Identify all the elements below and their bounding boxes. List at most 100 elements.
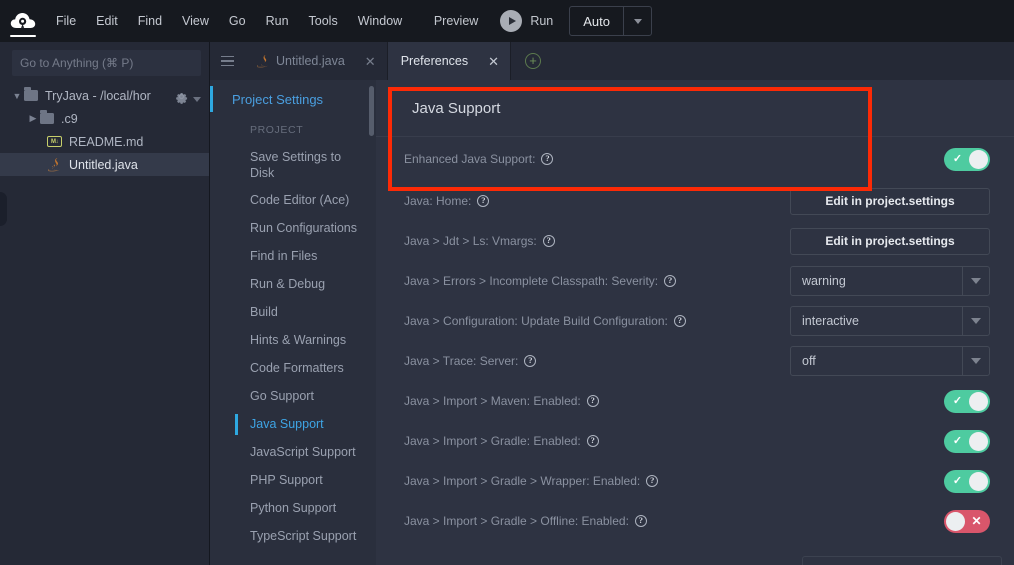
cloud9-logo-icon[interactable] — [0, 0, 46, 42]
nav-item-javascript-support[interactable]: JavaScript Support — [210, 438, 376, 466]
edit-in-project-settings-button[interactable]: Edit in project.settings — [790, 188, 990, 215]
help-circle-icon[interactable]: ? — [477, 195, 489, 207]
nav-item-run-and-debug[interactable]: Run & Debug — [210, 270, 376, 298]
setting-control: Edit in project.settings — [790, 228, 990, 255]
editor-tab-bar: Untitled.java ✕ Preferences ✕ + — [210, 42, 1014, 80]
nav-header-project-settings[interactable]: Project Settings — [210, 80, 376, 118]
setting-control: interactive — [790, 306, 990, 336]
page-title: Java Support — [376, 80, 1014, 137]
select-incomplete-classpath-severity[interactable]: warning — [790, 266, 990, 296]
setting-label-text: Java > Configuration: Update Build Confi… — [404, 314, 668, 328]
go-to-anything-input[interactable]: Go to Anything (⌘ P) — [12, 50, 201, 76]
preferences-nav-scrollbar[interactable] — [369, 86, 374, 136]
toggle-import-gradle-wrapper-enabled[interactable]: ✓ — [944, 470, 990, 493]
app-root: File Edit Find View Go Run Tools Window … — [0, 0, 1014, 565]
menu-item-edit[interactable]: Edit — [86, 0, 128, 42]
tab-untitled-java[interactable]: Untitled.java ✕ — [244, 42, 388, 80]
nav-item-typescript-support[interactable]: TypeScript Support — [210, 522, 376, 550]
gear-icon — [174, 89, 189, 109]
menu-item-file[interactable]: File — [46, 0, 86, 42]
setting-control: ✓ — [944, 148, 990, 171]
plus-circle-icon: + — [525, 53, 541, 69]
tree-item-label: .c9 — [61, 112, 78, 126]
close-icon: ✕ — [964, 510, 989, 533]
select-trace-server[interactable]: off — [790, 346, 990, 376]
menu-item-go[interactable]: Go — [219, 0, 256, 42]
chevron-down-icon[interactable] — [962, 267, 989, 295]
setting-label-text: Java > Import > Gradle > Wrapper: Enable… — [404, 474, 640, 488]
menu-item-view[interactable]: View — [172, 0, 219, 42]
tree-item-untitled-java[interactable]: Untitled.java — [0, 153, 209, 176]
help-circle-icon[interactable]: ? — [541, 153, 553, 165]
nav-item-save-settings-to-disk[interactable]: Save Settings to Disk — [210, 144, 376, 186]
close-icon[interactable]: ✕ — [488, 55, 499, 68]
nav-item-php-support[interactable]: PHP Support — [210, 466, 376, 494]
setting-label-text: Java > Import > Gradle: Enabled: — [404, 434, 581, 448]
nav-item-build[interactable]: Build — [210, 298, 376, 326]
help-circle-icon[interactable]: ? — [587, 395, 599, 407]
new-tab-button[interactable]: + — [511, 42, 555, 80]
setting-label: Java > Configuration: Update Build Confi… — [404, 314, 686, 328]
setting-label-text: Java > Errors > Incomplete Classpath: Se… — [404, 274, 658, 288]
folder-icon — [24, 90, 38, 101]
tree-item-readme[interactable]: M↓ README.md — [0, 130, 209, 153]
setting-label: Java > Import > Maven: Enabled: ? — [404, 394, 599, 408]
help-circle-icon[interactable]: ? — [635, 515, 647, 527]
play-circle-icon — [500, 10, 522, 32]
toggle-import-gradle-offline-enabled[interactable]: ✕ — [944, 510, 990, 533]
select-update-build-configuration[interactable]: interactive — [790, 306, 990, 336]
chevron-down-icon[interactable] — [193, 97, 201, 102]
setting-row-incomplete-classpath-severity: Java > Errors > Incomplete Classpath: Se… — [376, 261, 1014, 301]
chevron-right-icon[interactable]: ▶ — [26, 113, 40, 124]
help-circle-icon[interactable]: ? — [674, 315, 686, 327]
preview-button[interactable]: Preview — [434, 14, 478, 28]
toggle-import-gradle-enabled[interactable]: ✓ — [944, 430, 990, 453]
setting-control: Edit in project.settings — [790, 188, 990, 215]
help-circle-icon[interactable]: ? — [587, 435, 599, 447]
tree-item-c9[interactable]: ▶ .c9 — [0, 107, 209, 130]
help-circle-icon[interactable]: ? — [543, 235, 555, 247]
chevron-down-icon[interactable] — [623, 7, 651, 35]
next-setting-input-partial[interactable] — [802, 556, 1002, 565]
run-button[interactable]: Run — [500, 10, 553, 32]
nav-item-code-formatters[interactable]: Code Formatters — [210, 354, 376, 382]
nav-item-python-support[interactable]: Python Support — [210, 494, 376, 522]
chevron-down-icon[interactable] — [962, 307, 989, 335]
chevron-down-icon[interactable] — [962, 347, 989, 375]
help-circle-icon[interactable]: ? — [524, 355, 536, 367]
menu-item-tools[interactable]: Tools — [299, 0, 348, 42]
tab-preferences[interactable]: Preferences ✕ — [388, 42, 511, 80]
project-settings-gear-button[interactable] — [174, 89, 201, 109]
sidebar-resize-handle[interactable] — [0, 192, 7, 226]
menu-item-find[interactable]: Find — [128, 0, 172, 42]
menu-item-run[interactable]: Run — [256, 0, 299, 42]
setting-control: warning — [790, 266, 990, 296]
help-circle-icon[interactable]: ? — [646, 475, 658, 487]
toolbar-right: Preview Run Auto — [434, 6, 1014, 36]
hamburger-menu-icon[interactable] — [210, 42, 244, 80]
tree-item-label: TryJava - /local/hor — [45, 89, 151, 103]
nav-item-go-support[interactable]: Go Support — [210, 382, 376, 410]
markdown-file-icon: M↓ — [47, 136, 62, 147]
menu-item-window[interactable]: Window — [348, 0, 412, 42]
tree-item-label: Untitled.java — [69, 158, 138, 172]
toggle-import-maven-enabled[interactable]: ✓ — [944, 390, 990, 413]
nav-item-java-support[interactable]: Java Support — [210, 410, 376, 438]
auto-runner-label: Auto — [570, 7, 623, 35]
auto-runner-selector[interactable]: Auto — [569, 6, 652, 36]
toggle-knob — [969, 392, 988, 411]
nav-item-find-in-files[interactable]: Find in Files — [210, 242, 376, 270]
edit-in-project-settings-button[interactable]: Edit in project.settings — [790, 228, 990, 255]
close-icon[interactable]: ✕ — [365, 55, 376, 68]
nav-item-hints-and-warnings[interactable]: Hints & Warnings — [210, 326, 376, 354]
help-circle-icon[interactable]: ? — [664, 275, 676, 287]
setting-label: Java > Jdt > Ls: Vmargs: ? — [404, 234, 555, 248]
nav-group-label-project: PROJECT — [210, 118, 376, 144]
setting-label-text: Java > Trace: Server: — [404, 354, 518, 368]
nav-item-run-configurations[interactable]: Run Configurations — [210, 214, 376, 242]
toggle-enhanced-java-support[interactable]: ✓ — [944, 148, 990, 171]
setting-row-import-gradle-offline-enabled: Java > Import > Gradle > Offline: Enable… — [376, 501, 1014, 541]
nav-item-code-editor-ace[interactable]: Code Editor (Ace) — [210, 186, 376, 214]
folder-icon — [40, 113, 54, 124]
chevron-down-icon[interactable]: ▼ — [10, 91, 24, 101]
